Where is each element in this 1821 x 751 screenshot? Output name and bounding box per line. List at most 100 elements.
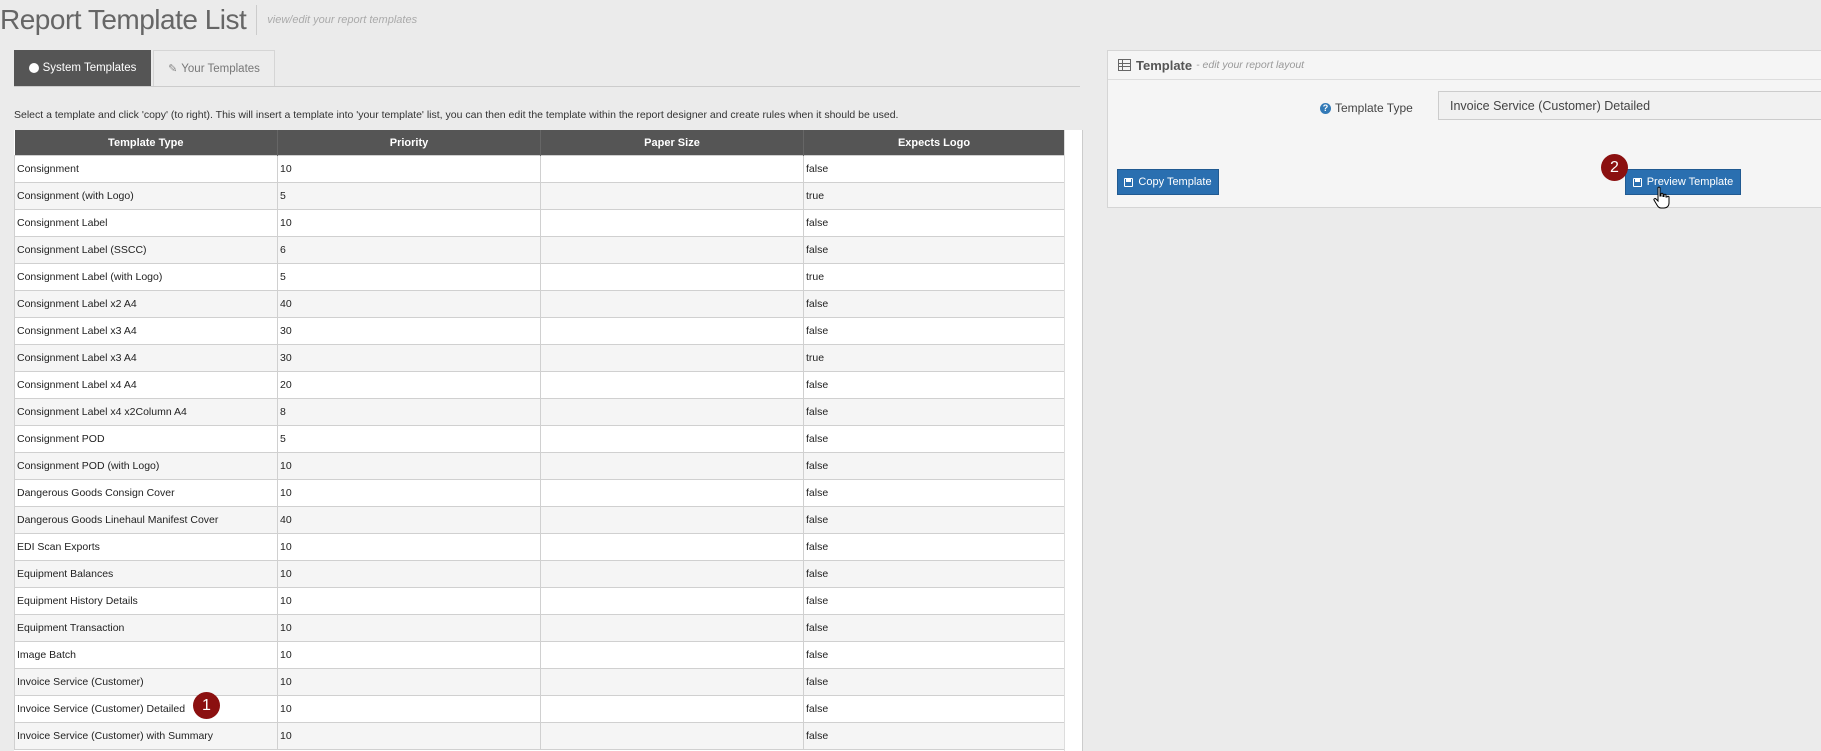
table-row[interactable]: Dangerous Goods Linehaul Manifest Cover 4…: [14, 506, 1065, 534]
header-divider: [256, 5, 258, 35]
table-row[interactable]: Invoice Service (Customer) 10 false: [14, 668, 1065, 696]
table-row[interactable]: Consignment Label x3 A4 30 false: [14, 317, 1065, 345]
cell-expects-logo: false: [803, 209, 1065, 237]
table-row[interactable]: Consignment Label x2 A4 40 false: [14, 290, 1065, 318]
save-icon: [1632, 177, 1642, 187]
cell-paper-size: [540, 452, 804, 480]
cell-paper-size: [540, 506, 804, 534]
cell-priority: 8: [277, 398, 541, 426]
page-title: Report Template List: [0, 4, 247, 35]
hand-cursor-icon: [1653, 186, 1670, 209]
table-row[interactable]: Image Batch 10 false: [14, 641, 1065, 669]
table-row[interactable]: Consignment POD (with Logo) 10 false: [14, 452, 1065, 480]
cell-paper-size: [540, 668, 804, 696]
cell-priority: 10: [277, 533, 541, 561]
cell-expects-logo: true: [803, 263, 1065, 291]
cell-template-type: Consignment Label (SSCC): [14, 236, 278, 264]
table-row[interactable]: Invoice Service (Customer) with Summary 1…: [14, 722, 1065, 750]
table-row[interactable]: Dangerous Goods Consign Cover 10 false: [14, 479, 1065, 507]
cell-expects-logo: false: [803, 668, 1065, 696]
table-row[interactable]: Invoice Service (Customer) Detailed 10 fal…: [14, 695, 1065, 723]
cell-template-type: Invoice Service (Customer) Detailed: [14, 695, 278, 723]
cell-priority: 10: [277, 587, 541, 615]
column-header-priority[interactable]: Priority: [277, 130, 541, 156]
help-icon[interactable]: ?: [1320, 102, 1331, 114]
cell-template-type: Consignment Label: [14, 209, 278, 237]
cell-expects-logo: false: [803, 236, 1065, 264]
cell-expects-logo: true: [803, 344, 1065, 372]
cell-expects-logo: true: [803, 182, 1065, 210]
cell-template-type: Consignment Label x2 A4: [14, 290, 278, 318]
cell-expects-logo: false: [803, 560, 1065, 588]
cell-template-type: Equipment Transaction: [14, 614, 278, 642]
table-row[interactable]: Consignment Label x3 A4 30 true: [14, 344, 1065, 372]
cell-paper-size: [540, 317, 804, 345]
table-row[interactable]: Consignment 10 false: [14, 155, 1065, 183]
template-table-container: Template Type Priority Paper Size Expect…: [14, 130, 1083, 751]
column-header-expects-logo[interactable]: Expects Logo: [803, 130, 1065, 156]
table-row[interactable]: EDI Scan Exports 10 false: [14, 533, 1065, 561]
cell-paper-size: [540, 209, 804, 237]
cell-priority: 10: [277, 560, 541, 588]
cell-paper-size: [540, 344, 804, 372]
cell-expects-logo: false: [803, 155, 1065, 183]
table-row[interactable]: Consignment POD 5 false: [14, 425, 1065, 453]
cell-priority: 10: [277, 614, 541, 642]
table-row[interactable]: Consignment Label 10 false: [14, 209, 1065, 237]
cell-template-type: Equipment Balances: [14, 560, 278, 588]
cell-priority: 30: [277, 344, 541, 372]
table-row[interactable]: Consignment Label x4 x2Column A4 8 false: [14, 398, 1065, 426]
column-header-paper-size[interactable]: Paper Size: [540, 130, 804, 156]
cell-priority: 30: [277, 317, 541, 345]
cell-priority: 10: [277, 641, 541, 669]
table-row[interactable]: Consignment Label (SSCC) 6 false: [14, 236, 1065, 264]
table-row[interactable]: Consignment Label (with Logo) 5 true: [14, 263, 1065, 291]
table-row[interactable]: Consignment Label x4 A4 20 false: [14, 371, 1065, 399]
preview-template-button[interactable]: Preview Template: [1625, 169, 1741, 195]
panel-subtitle: - edit your report layout: [1196, 59, 1305, 71]
cell-paper-size: [540, 722, 804, 750]
table-row[interactable]: Equipment Transaction 10 false: [14, 614, 1065, 642]
tab-system-templates[interactable]: System Templates: [14, 50, 151, 86]
cell-priority: 10: [277, 479, 541, 507]
cell-paper-size: [540, 479, 804, 507]
tab-your-templates-label: Your Templates: [181, 62, 260, 75]
cell-template-type: Consignment Label x4 A4: [14, 371, 278, 399]
cell-template-type: Dangerous Goods Consign Cover: [14, 479, 278, 507]
cell-paper-size: [540, 182, 804, 210]
table-header-row: Template Type Priority Paper Size Expect…: [14, 130, 1065, 156]
cell-priority: 20: [277, 371, 541, 399]
copy-template-button[interactable]: Copy Template: [1117, 169, 1219, 195]
cell-template-type: Consignment POD (with Logo): [14, 452, 278, 480]
cell-paper-size: [540, 641, 804, 669]
cell-priority: 10: [277, 155, 541, 183]
page-subtitle: view/edit your report templates: [267, 14, 418, 26]
save-icon: [1124, 177, 1134, 187]
cell-priority: 10: [277, 668, 541, 696]
cell-template-type: Consignment Label x3 A4: [14, 344, 278, 372]
template-type-select[interactable]: Invoice Service (Customer) Detailed: [1438, 91, 1821, 120]
panel-title: Template: [1136, 57, 1193, 73]
panel-header: Template - edit your report layout: [1108, 51, 1821, 80]
cell-paper-size: [540, 236, 804, 264]
table-row[interactable]: Consignment (with Logo) 5 true: [14, 182, 1065, 210]
table-scroll-gutter: [1064, 130, 1082, 751]
column-header-template-type[interactable]: Template Type: [14, 130, 278, 156]
cell-priority: 40: [277, 290, 541, 318]
template-type-label: ? Template Type: [1320, 101, 1413, 115]
cell-template-type: Equipment History Details: [14, 587, 278, 615]
cell-expects-logo: false: [803, 641, 1065, 669]
circle-icon: [28, 63, 39, 73]
cell-expects-logo: false: [803, 533, 1065, 561]
tab-your-templates[interactable]: ✎ Your Templates: [153, 50, 275, 86]
table-row[interactable]: Equipment Balances 10 false: [14, 560, 1065, 588]
cell-expects-logo: false: [803, 371, 1065, 399]
cell-priority: 5: [277, 425, 541, 453]
cell-expects-logo: false: [803, 722, 1065, 750]
cell-expects-logo: false: [803, 614, 1065, 642]
template-table: Template Type Priority Paper Size Expect…: [14, 130, 1065, 750]
table-row[interactable]: Equipment History Details 10 false: [14, 587, 1065, 615]
cell-template-type: Dangerous Goods Linehaul Manifest Cover: [14, 506, 278, 534]
cell-paper-size: [540, 263, 804, 291]
cell-expects-logo: false: [803, 695, 1065, 723]
